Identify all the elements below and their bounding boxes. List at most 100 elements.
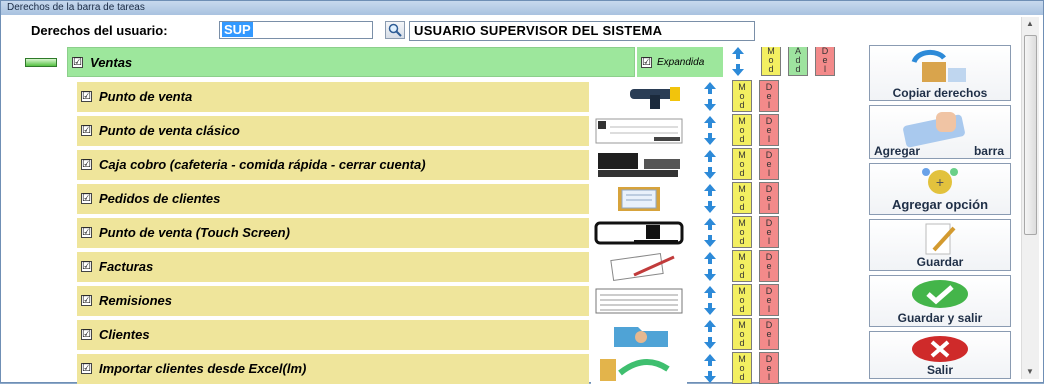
move-up-icon[interactable]: [702, 216, 718, 232]
add-bar-label-right: barra: [973, 144, 1004, 158]
item-checkbox[interactable]: ☑: [81, 295, 92, 306]
list-item[interactable]: ☑ Caja cobro (cafeteria - comida rápida …: [77, 150, 589, 180]
list-item[interactable]: ☑ Clientes: [77, 320, 589, 350]
move-down-icon[interactable]: [702, 335, 718, 351]
save-exit-label: Guardar y salir: [897, 311, 983, 325]
expandida-toggle[interactable]: ☑ Expandida: [637, 47, 723, 77]
search-user-button[interactable]: [385, 21, 405, 39]
rights-window: Derechos de la barra de tareas Derechos …: [0, 0, 1044, 384]
move-up-icon[interactable]: [702, 80, 718, 96]
copy-box-icon: [911, 50, 966, 82]
copy-rights-button[interactable]: Copiar derechos: [869, 45, 1011, 101]
item-label: Importar clientes desde Excel(lm): [99, 361, 307, 376]
mod-button[interactable]: Mod: [732, 250, 752, 282]
del-button[interactable]: Del: [759, 216, 779, 248]
move-down-icon[interactable]: [702, 267, 718, 283]
save-label: Guardar: [916, 255, 964, 269]
mod-button[interactable]: Mod: [732, 148, 752, 180]
del-button[interactable]: Del: [759, 114, 779, 146]
list-item[interactable]: ☑ Punto de venta: [77, 82, 589, 112]
del-button[interactable]: Del: [759, 148, 779, 180]
list-item[interactable]: ☑ Importar clientes desde Excel(lm): [77, 354, 589, 384]
exit-button[interactable]: Salir: [869, 331, 1011, 379]
invoice-pen-icon: [591, 252, 687, 282]
item-label: Punto de venta (Touch Screen): [99, 225, 290, 240]
user-label: Derechos del usuario:: [31, 23, 168, 38]
del-button[interactable]: Del: [759, 318, 779, 350]
item-checkbox[interactable]: ☑: [81, 193, 92, 204]
list-item[interactable]: ☑ Punto de venta (Touch Screen): [77, 218, 589, 248]
del-button[interactable]: Del: [759, 352, 779, 384]
item-label: Facturas: [99, 259, 154, 274]
mod-button[interactable]: Mod: [732, 182, 752, 214]
order-arrows: [699, 148, 721, 182]
add-bar-button[interactable]: Agregar barra: [869, 105, 1011, 159]
scroll-thumb[interactable]: [1024, 35, 1037, 235]
expandida-checkbox[interactable]: ☑: [641, 57, 652, 68]
move-up-icon[interactable]: [702, 352, 718, 368]
del-button[interactable]: Del: [759, 80, 779, 112]
move-down-icon[interactable]: [702, 131, 718, 147]
move-down-icon[interactable]: [702, 199, 718, 215]
item-checkbox[interactable]: ☑: [81, 159, 92, 170]
move-down-icon[interactable]: [702, 369, 718, 384]
save-exit-button[interactable]: Guardar y salir: [869, 275, 1011, 327]
move-down-icon[interactable]: [702, 301, 718, 317]
category-label: Ventas: [90, 55, 133, 70]
import-excel-icon: [591, 354, 687, 384]
category-del-button[interactable]: Del: [815, 47, 835, 76]
mod-button[interactable]: Mod: [732, 318, 752, 350]
move-up-icon[interactable]: [702, 114, 718, 130]
order-arrows: [699, 318, 721, 352]
item-checkbox[interactable]: ☑: [81, 261, 92, 272]
mod-button[interactable]: Mod: [732, 216, 752, 248]
move-down-icon[interactable]: [702, 97, 718, 113]
mod-button[interactable]: Mod: [732, 284, 752, 316]
item-checkbox[interactable]: ☑: [81, 363, 92, 374]
category-order-arrows: [727, 47, 749, 79]
mod-button[interactable]: Mod: [732, 352, 752, 384]
mod-button[interactable]: Mod: [732, 80, 752, 112]
category-ventas[interactable]: ☑ Ventas: [67, 47, 635, 77]
category-mod-button[interactable]: Mod: [761, 47, 781, 76]
item-checkbox[interactable]: ☑: [81, 227, 92, 238]
move-down-icon[interactable]: [702, 165, 718, 181]
move-up-icon[interactable]: [730, 47, 746, 61]
add-bar-label-left: Agregar: [874, 144, 921, 158]
move-down-icon[interactable]: [702, 233, 718, 249]
magnifier-icon: [388, 23, 402, 37]
add-option-button[interactable]: + Agregar opción: [869, 163, 1011, 215]
move-up-icon[interactable]: [702, 284, 718, 300]
list-item[interactable]: ☑ Pedidos de clientes: [77, 184, 589, 214]
list-item[interactable]: ☑ Facturas: [77, 252, 589, 282]
del-button[interactable]: Del: [759, 182, 779, 214]
move-up-icon[interactable]: [702, 148, 718, 164]
category-checkbox[interactable]: ☑: [72, 57, 83, 68]
move-up-icon[interactable]: [702, 318, 718, 334]
barcode-scanner-icon: [591, 82, 687, 112]
item-checkbox[interactable]: ☑: [81, 125, 92, 136]
list-item[interactable]: ☑ Remisiones: [77, 286, 589, 316]
collapse-toggle[interactable]: [25, 58, 57, 67]
item-checkbox[interactable]: ☑: [81, 91, 92, 102]
scroll-down-icon[interactable]: ▼: [1026, 367, 1034, 376]
save-button[interactable]: Guardar: [869, 219, 1011, 271]
move-down-icon[interactable]: [730, 62, 746, 78]
item-checkbox[interactable]: ☑: [81, 329, 92, 340]
add-option-label: Agregar opción: [891, 197, 989, 212]
move-up-icon[interactable]: [702, 250, 718, 266]
list-item[interactable]: ☑ Punto de venta clásico: [77, 116, 589, 146]
category-add-button[interactable]: Add: [788, 47, 808, 76]
move-up-icon[interactable]: [702, 182, 718, 198]
order-arrows: [699, 182, 721, 216]
mod-button[interactable]: Mod: [732, 114, 752, 146]
add-option-icon: +: [922, 168, 958, 194]
del-button[interactable]: Del: [759, 284, 779, 316]
order-arrows: [699, 250, 721, 284]
del-button[interactable]: Del: [759, 250, 779, 282]
close-icon: [912, 336, 968, 362]
scroll-up-icon[interactable]: ▲: [1026, 19, 1034, 28]
vertical-scrollbar[interactable]: ▲ ▼: [1021, 17, 1039, 379]
user-code-input[interactable]: SUP: [219, 21, 373, 39]
svg-text:+: +: [936, 174, 944, 190]
